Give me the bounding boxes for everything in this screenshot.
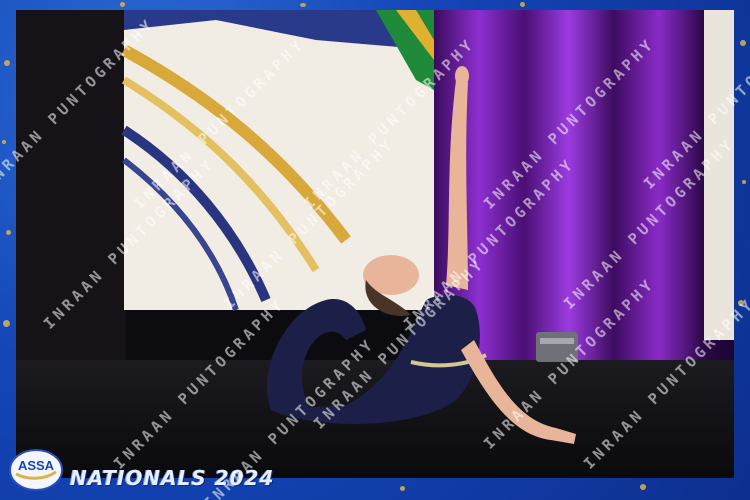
event-title: NATIONALS 2024 bbox=[70, 466, 275, 490]
gold-speckle bbox=[400, 486, 405, 491]
gold-speckle bbox=[2, 140, 6, 144]
stage-scene bbox=[16, 10, 734, 478]
photo-frame: ASSA NATIONALS 2024 bbox=[0, 0, 750, 500]
gold-speckle bbox=[4, 60, 10, 66]
stage-light bbox=[536, 332, 578, 362]
gold-speckle bbox=[300, 3, 306, 7]
gold-speckle bbox=[740, 40, 746, 46]
assa-logo: ASSA bbox=[8, 446, 64, 492]
logo-text: ASSA bbox=[18, 458, 55, 473]
right-panel bbox=[704, 10, 734, 340]
gold-speckle bbox=[738, 300, 744, 306]
left-curtain bbox=[16, 10, 126, 370]
gold-speckle bbox=[520, 2, 525, 7]
gold-speckle bbox=[640, 484, 646, 490]
gold-speckle bbox=[742, 180, 746, 184]
gold-speckle bbox=[3, 320, 10, 327]
gold-speckle bbox=[120, 2, 125, 7]
stage-light-grille bbox=[540, 338, 574, 344]
gold-speckle bbox=[6, 230, 11, 235]
stage-photo bbox=[16, 10, 734, 478]
